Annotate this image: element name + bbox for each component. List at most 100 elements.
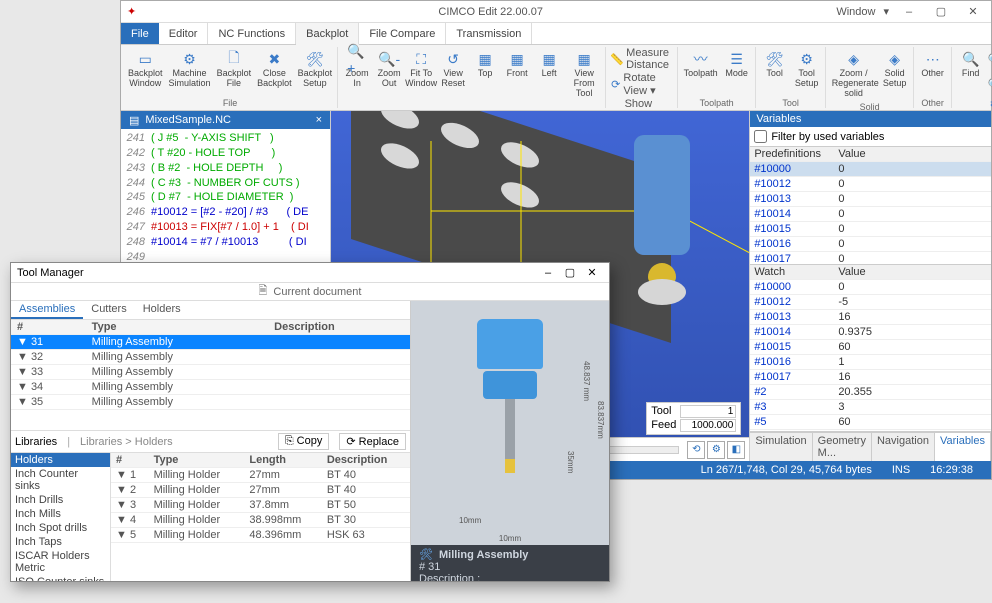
rotate-button[interactable]: ⟳Rotate View ▾ [609, 72, 674, 97]
tool-button[interactable]: 🛠Tool [759, 47, 791, 81]
toolpath-button[interactable]: 〰Toolpath [681, 47, 721, 81]
view-tool-button[interactable]: ▦View From Tool [565, 47, 603, 101]
loop-button[interactable]: ⟲ [687, 441, 705, 459]
lib-item[interactable]: Holders [11, 453, 110, 467]
watch-table[interactable]: WatchValue#100000#10012-5#1001316#100140… [750, 265, 991, 432]
close-button[interactable]: ✖Close Backplot [254, 47, 295, 91]
variable-row[interactable]: #1001560 [750, 340, 991, 355]
tab-file[interactable]: File [121, 23, 159, 44]
variable-row[interactable]: #100130 [750, 192, 991, 207]
window-menu[interactable]: Window [836, 6, 875, 18]
zoom-regen-button[interactable]: ◈Zoom / Regenerate solid [829, 47, 879, 101]
machine-button[interactable]: ⚙Machine Simulation [166, 47, 214, 91]
variable-row[interactable]: #33 [750, 400, 991, 415]
lib-item[interactable]: Inch Spot drills [11, 521, 110, 535]
tm-close-button[interactable]: ✕ [581, 266, 603, 279]
tm-tab-assemblies[interactable]: Assemblies [11, 301, 83, 319]
assembly-row[interactable]: ▼ 31Milling Assembly [11, 335, 410, 350]
holder-row[interactable]: ▼ 2Milling Holder27mmBT 40 [111, 483, 410, 498]
lib-item[interactable]: Inch Mills [11, 507, 110, 521]
btab-geometrym[interactable]: Geometry M... [813, 433, 872, 461]
close-window-button[interactable]: ✕ [961, 5, 985, 18]
tm-maximize-button[interactable]: ▢ [559, 266, 581, 279]
solid-setup-button[interactable]: ◈Solid Setup [879, 47, 911, 91]
view-reset-button[interactable]: ↺View Reset [437, 47, 469, 91]
zoom-out-button[interactable]: 🔍-Zoom Out [373, 47, 405, 91]
zoom-in-button[interactable]: 🔍+Zoom In [341, 47, 373, 91]
view-top-button[interactable]: ▦Top [469, 47, 501, 81]
holder-row[interactable]: ▼ 3Milling Holder37.8mmBT 50 [111, 498, 410, 513]
lib-item[interactable]: ISO Counter sinks [11, 575, 110, 581]
variable-row[interactable]: #100000 [750, 280, 991, 295]
find-button[interactable]: 🔍Find [955, 47, 987, 81]
tab-ncfunctions[interactable]: NC Functions [208, 23, 296, 44]
holder-row[interactable]: ▼ 4Milling Holder38.998mmBT 30 [111, 513, 410, 528]
window-button[interactable]: ▭Backplot Window [125, 47, 166, 91]
assembly-row[interactable]: ▼ 33Milling Assembly [11, 365, 410, 380]
view-front-button[interactable]: ▦Front [501, 47, 533, 81]
variable-row[interactable]: #220.355 [750, 385, 991, 400]
findnext-button[interactable]: 🔍Find Next [987, 72, 992, 96]
opt1-button[interactable]: ⚙ [707, 441, 725, 459]
tm-replace-button[interactable]: ⟳ Replace [339, 433, 406, 450]
lib-item[interactable]: ISCAR Holders Metric [11, 549, 110, 575]
toolsetup-button[interactable]: ⚙Tool Setup [791, 47, 823, 91]
other-button[interactable]: ⋯Other [917, 47, 949, 81]
variable-row[interactable]: #1001716 [750, 370, 991, 385]
filter-checkbox[interactable]: Filter by used variables [750, 127, 991, 147]
replace-button[interactable]: ⇄Replace [987, 97, 992, 109]
variable-row[interactable]: #10012-5 [750, 295, 991, 310]
tool-input[interactable] [680, 405, 736, 418]
variable-row[interactable]: #100161 [750, 355, 991, 370]
tm-holders-grid[interactable]: #TypeLengthDescription▼ 1Milling Holder2… [111, 453, 410, 581]
tm-minimize-button[interactable]: – [537, 267, 559, 279]
variable-row[interactable]: #100140 [750, 207, 991, 222]
view-left-button[interactable]: ▦Left [533, 47, 565, 81]
measure-button[interactable]: 📏Measure Distance [609, 47, 674, 71]
btab-variables[interactable]: Variables [935, 433, 991, 461]
variable-row[interactable]: #100140.9375 [750, 325, 991, 340]
tm-assemblies-grid[interactable]: #TypeDescription▼ 31Milling Assembly▼ 32… [11, 320, 410, 430]
lib-item[interactable]: Inch Taps [11, 535, 110, 549]
assembly-row[interactable]: ▼ 34Milling Assembly [11, 380, 410, 395]
btab-navigation[interactable]: Navigation [872, 433, 935, 461]
tm-preview-desc: 🛠 Milling Assembly # 31 Description : [411, 545, 609, 581]
assembly-row[interactable]: ▼ 35Milling Assembly [11, 395, 410, 410]
tm-preview-canvas[interactable]: 48.837 mm 83.837mm 35mm 10mm 10mm [411, 301, 609, 545]
filter-checkbox-input[interactable] [754, 130, 767, 143]
assembly-row[interactable]: ▼ 32Milling Assembly [11, 350, 410, 365]
variable-row[interactable]: #560 [750, 415, 991, 430]
open-file-tab[interactable]: ▤ MixedSample.NC × [121, 111, 330, 129]
tm-copy-button[interactable]: ⎘ Copy [278, 433, 330, 450]
variable-row[interactable]: #100160 [750, 237, 991, 252]
minimize-button[interactable]: – [897, 6, 921, 18]
predef-table[interactable]: PredefinitionsValue#100000#100120#100130… [750, 147, 991, 265]
tm-library-bar: Libraries | Libraries > Holders ⎘ Copy ⟳… [11, 430, 410, 453]
fit-window-button[interactable]: ⛶Fit To Window [405, 47, 437, 91]
tab-transmission[interactable]: Transmission [446, 23, 532, 44]
tab-editor[interactable]: Editor [159, 23, 209, 44]
file-close-icon[interactable]: × [316, 114, 322, 126]
backplot-file-button[interactable]: 🗋Backplot File [214, 47, 255, 91]
variable-row[interactable]: #100000 [750, 162, 991, 177]
variable-row[interactable]: #100150 [750, 222, 991, 237]
variable-row[interactable]: #100120 [750, 177, 991, 192]
lib-item[interactable]: Inch Counter sinks [11, 467, 110, 493]
tab-filecompare[interactable]: File Compare [359, 23, 446, 44]
setup-button[interactable]: 🛠Backplot Setup [295, 47, 336, 91]
btab-simulation[interactable]: Simulation [750, 433, 812, 461]
tm-tab-holders[interactable]: Holders [135, 301, 189, 319]
tm-tab-cutters[interactable]: Cutters [83, 301, 134, 319]
lib-item[interactable]: Inch Drills [11, 493, 110, 507]
maximize-button[interactable]: ▢ [929, 5, 953, 18]
findprev-button[interactable]: 🔍Find Previous [987, 47, 992, 71]
mode-button[interactable]: ☰Mode [721, 47, 753, 81]
tm-library-list[interactable]: HoldersInch Counter sinksInch DrillsInch… [11, 453, 111, 581]
variable-row[interactable]: #100170 [750, 252, 991, 265]
variable-row[interactable]: #1001316 [750, 310, 991, 325]
holder-row[interactable]: ▼ 1Milling Holder27mmBT 40 [111, 468, 410, 483]
chevron-down-icon[interactable]: ▾ [883, 5, 889, 18]
opt2-button[interactable]: ◧ [727, 441, 745, 459]
holder-row[interactable]: ▼ 5Milling Holder48.396mmHSK 63 [111, 528, 410, 543]
feed-input[interactable] [680, 419, 736, 432]
